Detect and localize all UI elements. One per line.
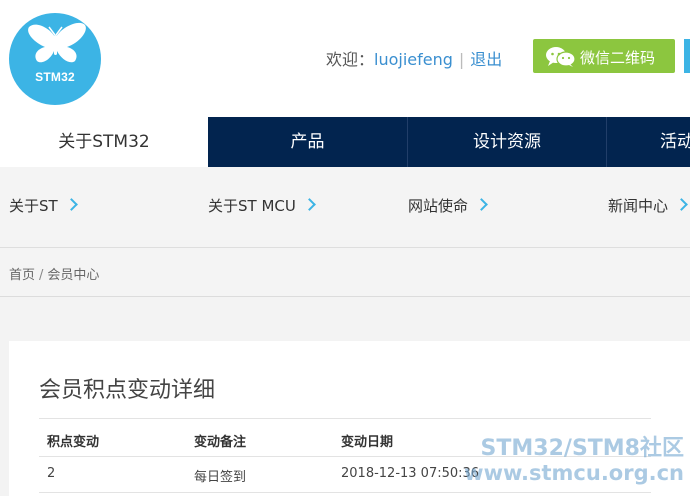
- table-cell-date: 2018-12-13 07:50:36: [341, 466, 480, 481]
- main-nav: 关于STM32 产品 设计资源 活动: [0, 117, 690, 167]
- subnav-label: 关于ST: [9, 197, 58, 215]
- site-header: STM32 欢迎：luojiefeng | 退出 微信二维码: [0, 0, 690, 118]
- chevron-right-icon: [675, 198, 688, 211]
- points-detail-card: 会员积点变动详细 积点变动 变动备注 变动日期 2 每日签到 2018-12-1…: [9, 341, 690, 496]
- nav-item-events[interactable]: 活动: [607, 117, 690, 167]
- breadcrumb-current: 会员中心: [47, 268, 100, 283]
- wechat-button-label: 微信二维码: [580, 49, 656, 67]
- breadcrumb-home-link[interactable]: 首页: [9, 268, 35, 283]
- nav-item-about-stm32[interactable]: 关于STM32: [0, 117, 208, 167]
- nav-item-products[interactable]: 产品: [208, 117, 407, 167]
- welcome-bar: 欢迎：luojiefeng | 退出: [326, 46, 502, 70]
- logout-link[interactable]: 退出: [470, 50, 502, 69]
- logo-text: STM32: [35, 70, 75, 84]
- welcome-label: 欢迎：: [326, 50, 375, 69]
- table-border: [39, 418, 651, 419]
- column-header-change-note: 变动备注: [194, 435, 247, 450]
- chevron-right-icon: [302, 198, 316, 211]
- header-right-button-edge[interactable]: [684, 39, 690, 73]
- subnav-item-about-st[interactable]: 关于ST: [9, 195, 78, 216]
- butterfly-icon: [28, 22, 86, 63]
- breadcrumb: 首页 / 会员中心: [9, 264, 99, 283]
- welcome-separator: |: [458, 50, 465, 69]
- column-header-points-change: 积点变动: [47, 435, 100, 450]
- sub-nav: 关于ST 关于ST MCU 网站使命 新闻中心: [0, 167, 690, 248]
- subnav-item-site-mission[interactable]: 网站使命: [408, 195, 488, 216]
- username-link[interactable]: luojiefeng: [374, 50, 453, 69]
- column-header-change-date: 变动日期: [341, 435, 394, 450]
- page-title: 会员积点变动详细: [39, 378, 216, 403]
- breadcrumb-bar: 首页 / 会员中心: [0, 248, 690, 297]
- chevron-right-icon: [475, 198, 488, 211]
- nav-item-design-resources[interactable]: 设计资源: [408, 117, 606, 167]
- wechat-qrcode-button[interactable]: 微信二维码: [533, 39, 675, 73]
- wechat-icon: [546, 47, 576, 67]
- subnav-item-news-center[interactable]: 新闻中心: [608, 195, 688, 216]
- chevron-right-icon: [64, 198, 78, 211]
- table-cell-change: 2: [47, 466, 56, 481]
- subnav-label: 网站使命: [408, 197, 469, 215]
- subnav-label: 关于ST MCU: [208, 197, 296, 215]
- subnav-item-about-st-mcu[interactable]: 关于ST MCU: [208, 195, 316, 216]
- table-divider: [39, 456, 651, 457]
- stm32-logo[interactable]: STM32: [9, 13, 101, 105]
- breadcrumb-separator: /: [39, 268, 44, 283]
- table-divider: [39, 492, 651, 493]
- table-cell-note: 每日签到: [194, 470, 247, 485]
- subnav-label: 新闻中心: [608, 197, 669, 215]
